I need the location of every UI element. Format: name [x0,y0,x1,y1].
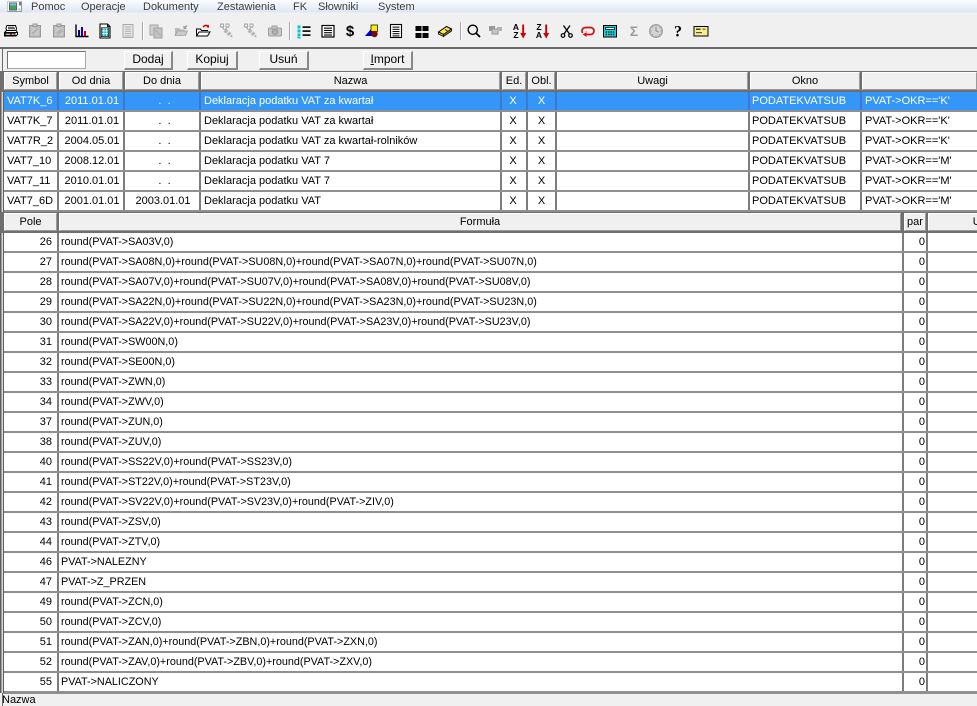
svg-text:Σ: Σ [630,23,638,39]
svg-text:?: ? [674,24,682,40]
svg-text:Z: Z [513,30,518,39]
svg-text:$: $ [346,23,355,39]
svg-text:A: A [536,30,542,39]
